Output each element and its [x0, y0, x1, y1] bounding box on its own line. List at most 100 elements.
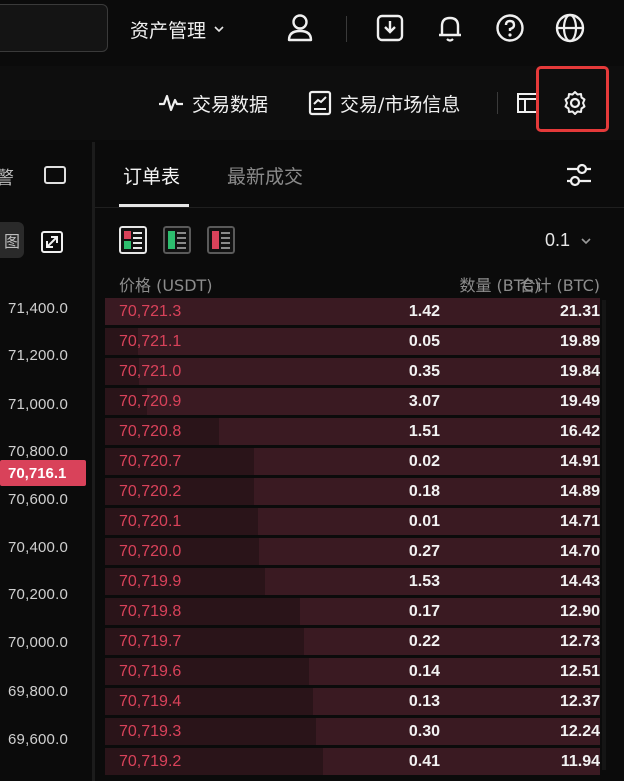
ask-total: 11.94	[560, 753, 600, 770]
ask-depth-bar	[147, 388, 600, 415]
help-icon[interactable]	[492, 10, 528, 46]
ask-total: 12.90	[559, 603, 600, 620]
price-axis-tick: 70,400.0	[8, 539, 68, 556]
ask-depth-bar	[309, 658, 600, 685]
sliders-icon[interactable]	[565, 162, 593, 188]
ask-row[interactable]: 70,720.1 0.01 14.71	[105, 507, 600, 537]
active-tab-indicator	[119, 204, 189, 207]
ask-row[interactable]: 70,719.3 0.30 12.24	[105, 717, 600, 747]
trade-data-label: 交易数据	[192, 93, 269, 116]
ask-price: 70,719.9	[119, 573, 182, 590]
ask-row[interactable]: 70,721.1 0.05 19.89	[105, 327, 600, 357]
ask-price: 70,720.8	[119, 423, 182, 440]
ask-row[interactable]: 70,719.9 1.53 14.43	[105, 567, 600, 597]
ask-row[interactable]: 70,721.3 1.42 21.31	[105, 297, 600, 327]
ask-qty: 0.13	[408, 693, 440, 710]
ask-total: 19.89	[559, 333, 600, 350]
ask-total: 12.51	[559, 663, 600, 680]
precision-value: 0.1	[545, 230, 571, 250]
ask-row[interactable]: 70,720.2 0.18 14.89	[105, 477, 600, 507]
ask-total: 14.91	[559, 453, 600, 470]
ask-qty: 0.27	[408, 543, 440, 560]
ask-row[interactable]: 70,720.8 1.51 16.42	[105, 417, 600, 447]
ask-price: 70,721.1	[119, 333, 182, 350]
expand-icon[interactable]	[40, 230, 64, 254]
globe-icon[interactable]	[552, 10, 588, 46]
bell-icon[interactable]	[432, 10, 468, 46]
price-axis-tick: 70,200.0	[8, 586, 68, 603]
ask-row[interactable]: 70,720.9 3.07 19.49	[105, 387, 600, 417]
ask-total: 21.31	[559, 303, 600, 320]
trade-data-button[interactable]: 交易数据	[158, 88, 268, 118]
price-axis-tick: 70,600.0	[8, 491, 68, 508]
tab-latest-trades[interactable]: 最新成交	[227, 162, 303, 189]
order-book-tabs: 订单表 最新成交	[95, 142, 624, 208]
ask-qty: 1.42	[408, 303, 440, 320]
ask-price: 70,719.6	[119, 663, 182, 680]
asset-management-label: 资产管理	[130, 19, 207, 42]
ask-qty: 0.18	[408, 483, 440, 500]
tab-order-book[interactable]: 订单表	[123, 162, 180, 189]
asset-management-menu[interactable]: 资产管理	[130, 14, 224, 44]
top-header: 资产管理	[0, 0, 624, 60]
ask-qty: 0.22	[408, 633, 440, 650]
ask-total: 12.24	[559, 723, 600, 740]
column-header-total: 合计 (BTC)	[519, 276, 600, 295]
chart-price-axis: 警 图 71,400.0 71,200.0 71,000.0 70,800.0 …	[0, 142, 92, 781]
price-axis-tick: 71,200.0	[8, 347, 68, 364]
price-axis-tick: 70,800.0	[8, 443, 68, 460]
ask-total: 12.73	[559, 633, 600, 650]
price-axis-tick: 69,600.0	[8, 731, 68, 748]
user-icon[interactable]	[282, 10, 318, 46]
ask-depth-bar	[138, 328, 600, 355]
ask-row[interactable]: 70,720.7 0.02 14.91	[105, 447, 600, 477]
ask-price: 70,720.0	[119, 543, 182, 560]
book-view-asks-icon[interactable]	[207, 226, 235, 254]
ask-price: 70,720.1	[119, 513, 182, 530]
order-book-scrollbar[interactable]	[602, 300, 606, 770]
ask-price: 70,719.7	[119, 633, 182, 650]
ask-row[interactable]: 70,719.6 0.14 12.51	[105, 657, 600, 687]
search-input[interactable]	[0, 4, 108, 52]
toolbar-divider	[497, 92, 498, 114]
ask-total: 19.49	[559, 393, 600, 410]
window-toggle-icon[interactable]	[44, 166, 66, 184]
ask-qty: 0.41	[408, 753, 440, 770]
ask-depth-bar	[304, 628, 600, 655]
download-icon[interactable]	[372, 10, 408, 46]
ask-depth-bar	[139, 358, 600, 385]
precision-select[interactable]: 0.1	[545, 230, 592, 251]
ask-price: 70,719.8	[119, 603, 182, 620]
order-book-panel: 订单表 最新成交 0.1 价格 (USDT) 数量 (BTC) 合计 (BTC)…	[95, 142, 624, 781]
ask-qty: 1.53	[408, 573, 440, 590]
ask-qty: 1.51	[408, 423, 440, 440]
price-axis-tick: 69,800.0	[8, 683, 68, 700]
ask-row[interactable]: 70,719.8 0.17 12.90	[105, 597, 600, 627]
ask-qty: 0.35	[408, 363, 440, 380]
current-price-tag: 70,716.1	[0, 460, 86, 486]
ask-row[interactable]: 70,719.7 0.22 12.73	[105, 627, 600, 657]
chart-mode-pill[interactable]: 图	[0, 222, 24, 258]
book-view-bids-icon[interactable]	[163, 226, 191, 254]
settings-highlight-box	[536, 66, 609, 132]
ask-row[interactable]: 70,721.0 0.35 19.84	[105, 357, 600, 387]
price-axis-tick: 71,400.0	[8, 300, 68, 317]
ask-row[interactable]: 70,719.4 0.13 12.37	[105, 687, 600, 717]
ask-rows: 70,721.3 1.42 21.31 70,721.1 0.05 19.89 70,721…	[105, 297, 600, 777]
market-info-label: 交易/市场信息	[340, 93, 461, 116]
ask-row[interactable]: 70,720.0 0.27 14.70	[105, 537, 600, 567]
ask-total: 16.42	[559, 423, 600, 440]
current-price-value: 70,716.1	[8, 464, 67, 482]
alert-label: 警	[0, 168, 14, 189]
ask-total: 12.37	[559, 693, 600, 710]
row-separator	[105, 775, 600, 777]
pulse-icon	[159, 94, 183, 112]
ask-qty: 0.02	[408, 453, 440, 470]
column-header-price: 价格 (USDT)	[119, 276, 213, 295]
book-view-both-icon[interactable]	[119, 226, 147, 254]
ask-price: 70,720.7	[119, 453, 182, 470]
ask-qty: 0.01	[408, 513, 440, 530]
ask-qty: 0.17	[408, 603, 440, 620]
ask-row[interactable]: 70,719.2 0.41 11.94	[105, 747, 600, 777]
market-info-button[interactable]: 交易/市场信息	[308, 88, 460, 118]
